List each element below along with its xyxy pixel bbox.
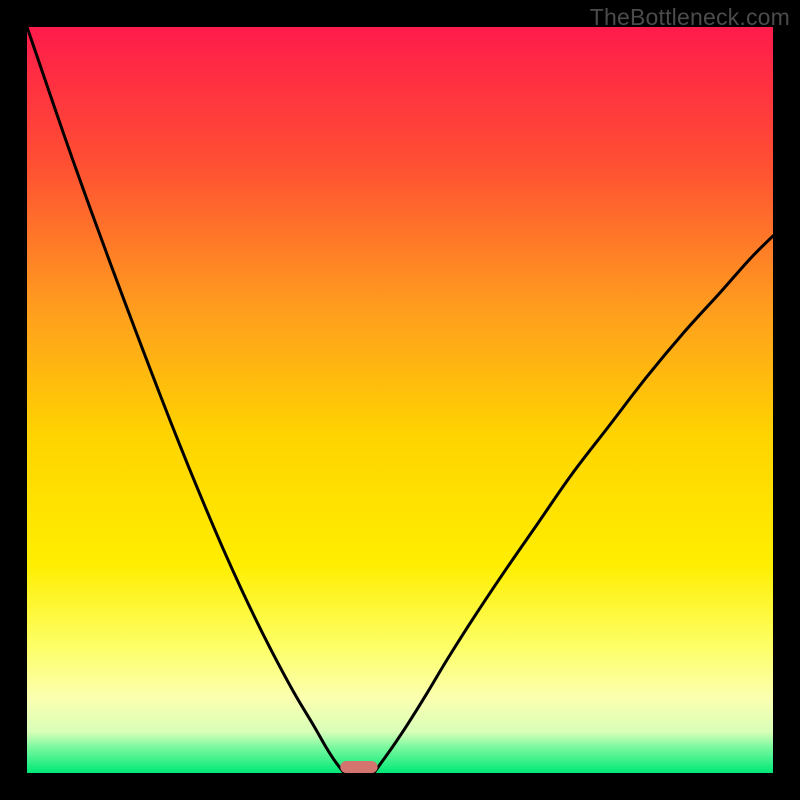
chart-plot-area — [27, 27, 773, 773]
chart-svg — [27, 27, 773, 773]
chart-frame: TheBottleneck.com — [0, 0, 800, 800]
chart-background — [27, 27, 773, 773]
minimum-marker — [340, 761, 377, 773]
